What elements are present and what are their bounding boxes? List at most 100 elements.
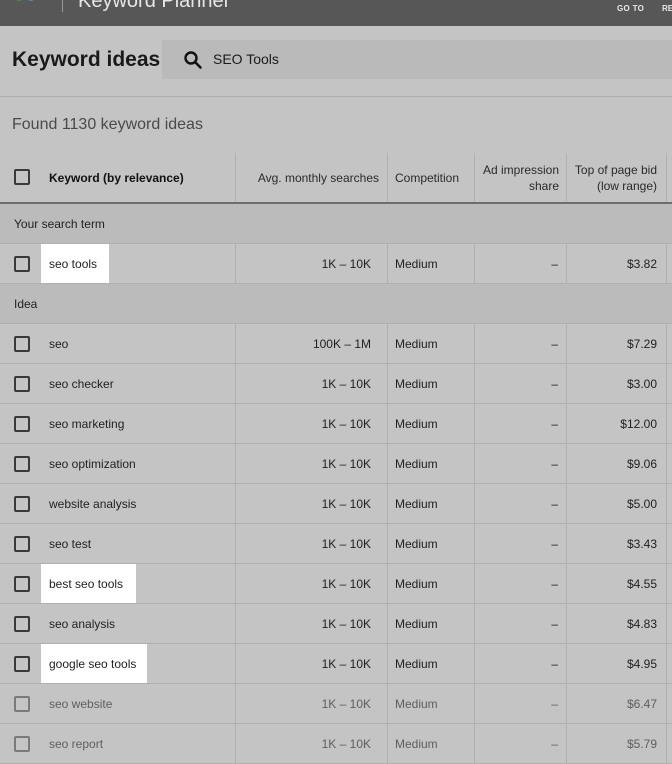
competition-cell: Medium: [395, 416, 438, 431]
impression-header-line1: Ad impression: [482, 162, 559, 177]
competition-cell: Medium: [395, 376, 438, 391]
top-bid-cell: $5.79: [626, 736, 657, 751]
top-bid-cell: $4.95: [626, 656, 657, 671]
table-row[interactable]: seo checker 1K – 10K Medium – $3.00: [0, 364, 672, 404]
top-bid-cell: $9.06: [626, 456, 657, 471]
impression-header-line2: share: [528, 178, 559, 193]
column-header-searches[interactable]: Avg. monthly searches: [236, 153, 379, 202]
table-row[interactable]: seo website 1K – 10K Medium – $6.47: [0, 684, 672, 724]
select-all-checkbox[interactable]: [14, 169, 30, 185]
group-label: Idea: [14, 296, 38, 311]
keyword-cell[interactable]: website analysis: [49, 484, 136, 523]
page-title: Keyword ideas: [12, 48, 161, 71]
row-checkbox[interactable]: [14, 736, 30, 752]
top-bid-cell: $12.00: [620, 416, 657, 431]
table-row[interactable]: seo test 1K – 10K Medium – $3.43: [0, 524, 672, 564]
row-checkbox[interactable]: [14, 576, 30, 592]
competition-cell: Medium: [395, 496, 438, 511]
nav-button-cut[interactable]: RE: [662, 4, 672, 13]
keyword-cell[interactable]: seo report: [49, 724, 103, 763]
row-checkbox[interactable]: [14, 496, 30, 512]
column-header-impression-share[interactable]: Ad impression share: [475, 153, 559, 202]
searches-cell: 1K – 10K: [321, 456, 371, 471]
table-header-row: Keyword (by relevance) Avg. monthly sear…: [0, 153, 672, 204]
impression-share-cell: –: [551, 576, 558, 591]
searches-cell: 1K – 10K: [321, 256, 371, 271]
row-checkbox[interactable]: [14, 656, 30, 672]
row-checkbox[interactable]: [14, 616, 30, 632]
table-row[interactable]: seo analysis 1K – 10K Medium – $4.83: [0, 604, 672, 644]
impression-share-cell: –: [551, 496, 558, 511]
competition-cell: Medium: [395, 656, 438, 671]
bid-header-line1: Top of page bid: [574, 162, 657, 177]
keyword-cell[interactable]: seo marketing: [49, 404, 124, 443]
keyword-cell[interactable]: google seo tools: [49, 644, 136, 683]
table-row[interactable]: google seo tools 1K – 10K Medium – $4.95: [0, 644, 672, 684]
searches-cell: 1K – 10K: [321, 496, 371, 511]
keyword-cell[interactable]: seo optimization: [49, 444, 136, 483]
keyword-table: Keyword (by relevance) Avg. monthly sear…: [0, 153, 672, 764]
row-checkbox[interactable]: [14, 336, 30, 352]
impression-share-cell: –: [551, 616, 558, 631]
go-to-button[interactable]: GO TO: [617, 4, 644, 13]
impression-share-cell: –: [551, 456, 558, 471]
competition-cell: Medium: [395, 616, 438, 631]
row-checkbox[interactable]: [14, 416, 30, 432]
google-logo-icon[interactable]: [10, 0, 50, 9]
group-row-idea: Idea: [0, 284, 672, 324]
searches-cell: 1K – 10K: [321, 616, 371, 631]
keyword-cell[interactable]: seo: [49, 324, 68, 363]
searches-cell: 1K – 10K: [321, 576, 371, 591]
top-bid-cell: $4.83: [626, 616, 657, 631]
row-checkbox[interactable]: [14, 456, 30, 472]
impression-share-cell: –: [551, 416, 558, 431]
group-label: Your search term: [14, 216, 105, 231]
keyword-cell[interactable]: best seo tools: [49, 564, 123, 603]
table-row[interactable]: seo optimization 1K – 10K Medium – $9.06: [0, 444, 672, 484]
impression-share-cell: –: [551, 696, 558, 711]
table-row[interactable]: seo report 1K – 10K Medium – $5.79: [0, 724, 672, 764]
keyword-cell[interactable]: seo analysis: [49, 604, 115, 643]
row-checkbox[interactable]: [14, 376, 30, 392]
top-bid-cell: $7.29: [626, 336, 657, 351]
top-bid-cell: $3.00: [626, 376, 657, 391]
table-row[interactable]: seo 100K – 1M Medium – $7.29: [0, 324, 672, 364]
row-checkbox[interactable]: [14, 696, 30, 712]
impression-share-cell: –: [551, 256, 558, 271]
searches-cell: 1K – 10K: [321, 416, 371, 431]
results-count: Found 1130 keyword ideas: [12, 116, 203, 133]
column-header-top-bid[interactable]: Top of page bid (low range): [567, 153, 657, 202]
keyword-cell[interactable]: seo tools: [49, 244, 97, 283]
keyword-cell[interactable]: seo checker: [49, 364, 114, 403]
column-header-keyword[interactable]: Keyword (by relevance): [49, 153, 229, 202]
keyword-search-box[interactable]: SEO Tools: [162, 40, 672, 79]
impression-share-cell: –: [551, 376, 558, 391]
row-checkbox[interactable]: [14, 536, 30, 552]
keyword-cell[interactable]: seo website: [49, 684, 112, 723]
app-title: Keyword Planner: [78, 0, 231, 12]
table-row[interactable]: best seo tools 1K – 10K Medium – $4.55: [0, 564, 672, 604]
competition-cell: Medium: [395, 456, 438, 471]
bid-header-line2: (low range): [596, 178, 657, 193]
top-bid-cell: $5.00: [626, 496, 657, 511]
competition-cell: Medium: [395, 336, 438, 351]
searches-cell: 1K – 10K: [321, 656, 371, 671]
searches-cell: 1K – 10K: [321, 536, 371, 551]
column-header-competition[interactable]: Competition: [395, 153, 473, 202]
table-row[interactable]: seo marketing 1K – 10K Medium – $12.00: [0, 404, 672, 444]
impression-share-cell: –: [551, 736, 558, 751]
search-input-value[interactable]: SEO Tools: [213, 51, 279, 67]
competition-cell: Medium: [395, 696, 438, 711]
row-checkbox[interactable]: [14, 256, 30, 272]
search-icon: [184, 51, 202, 69]
competition-cell: Medium: [395, 536, 438, 551]
top-app-bar: Keyword Planner GO TO RE: [0, 0, 672, 26]
table-row[interactable]: seo tools 1K – 10K Medium – $3.82: [0, 244, 672, 284]
keyword-cell[interactable]: seo test: [49, 524, 91, 563]
page-header: Keyword ideas SEO Tools: [0, 26, 672, 97]
group-row-search-term: Your search term: [0, 204, 672, 244]
app-bar-divider: [62, 0, 63, 12]
competition-cell: Medium: [395, 736, 438, 751]
table-row[interactable]: website analysis 1K – 10K Medium – $5.00: [0, 484, 672, 524]
impression-share-cell: –: [551, 656, 558, 671]
